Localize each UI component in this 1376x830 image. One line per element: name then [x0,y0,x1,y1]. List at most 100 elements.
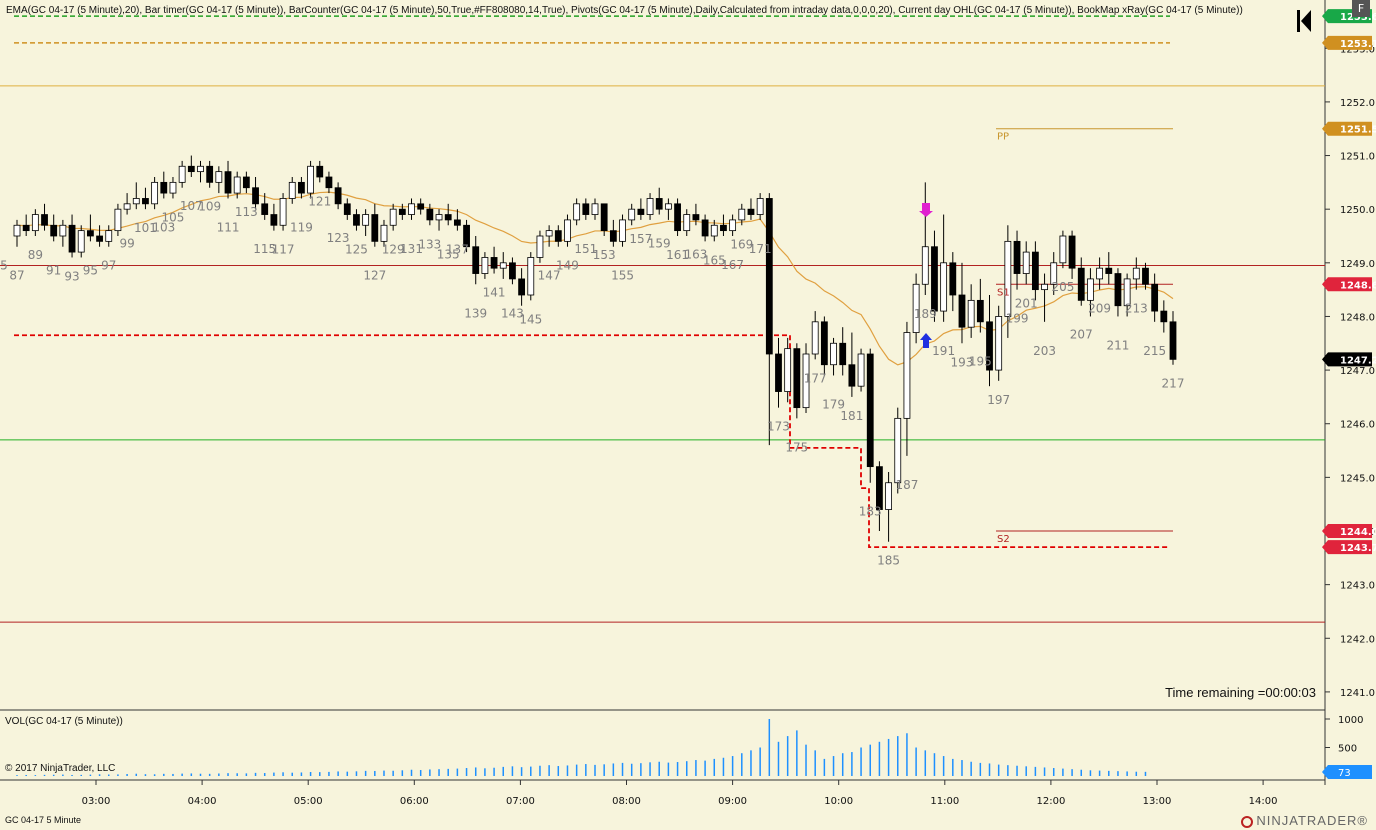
candle-body [353,214,360,226]
bar-counter-label: 185 [877,554,900,568]
volume-bar [530,766,532,776]
candle-body [481,257,489,274]
candle-body [784,348,792,392]
volume-bar [1007,765,1009,776]
candle-body [123,203,131,210]
candle-body [307,165,314,194]
volume-bar [43,774,46,776]
bar-counter-label: 189 [914,307,937,321]
candle-body [1151,283,1159,312]
volume-bar [942,756,945,776]
candle-body [472,246,480,274]
volume-bar [640,763,642,776]
candle-body [885,482,892,510]
candle-body [13,224,21,237]
candle-body [866,353,874,468]
x-tick-label: 05:00 [294,796,323,807]
candle-body [1114,273,1122,307]
volume-bar [300,772,303,776]
volume-bar [172,773,174,776]
candle-body [160,181,168,194]
price-chart[interactable]: 5878991 93 95 97991011031051071091111131151… [0,0,1376,830]
x-tick-label: 08:00 [612,796,641,807]
candle-body [435,214,443,221]
volume-bar [1089,770,1092,776]
copyright: © 2017 NinjaTrader, LLC [5,763,116,774]
f-button[interactable]: F [1352,0,1370,17]
y-tick-label: 1251.0 [1340,152,1375,163]
bar-counter-label: 197 [987,393,1010,407]
candle-body [298,181,305,194]
x-tick-label: 13:00 [1143,796,1172,807]
bar-counter-label: 177 [804,371,827,385]
volume-bar [869,744,871,776]
candle-body [967,299,975,328]
candle-body [820,321,828,366]
y-tick-label: 1245.0 [1340,473,1375,484]
bar-counter-label: 99 [119,237,134,251]
candle-body [1169,321,1177,360]
volume-bar [887,738,890,776]
x-tick-label: 12:00 [1036,796,1065,807]
volume-bar [1080,769,1083,776]
candle-body [710,224,718,237]
bookmark-icon[interactable] [1297,10,1311,32]
volume-bar [667,762,670,776]
y-tick-label: 1250.0 [1340,205,1375,216]
candle-body [848,364,856,387]
volume-bar [34,775,37,776]
volume-bar [722,757,725,776]
volume-bar [392,770,394,776]
candle-body [178,165,186,183]
volume-bar [1016,765,1018,776]
candle-body [371,214,379,242]
volume-bar [585,764,587,776]
volume-bar [630,763,633,776]
candle-body [554,230,562,242]
candle-body [96,235,103,242]
bar-counter-label: 119 [290,220,313,234]
volume-bar [685,761,688,776]
candle-body [68,224,76,253]
candle-body [187,165,195,173]
bar-counter-label: 205 [1051,280,1074,294]
candle-body [564,219,571,242]
volume-bar [814,750,816,776]
volume-bars [16,719,1147,776]
candle-body [793,348,801,409]
candle-body [86,230,94,237]
candle-body [50,224,58,237]
candle-body [242,176,250,189]
candle-body [59,224,67,237]
y-tick-label: 1241.0 [1340,688,1375,699]
volume-bar [456,768,459,776]
volume-bar [374,770,376,776]
bar-counter-label: 209 [1088,302,1111,316]
volume-bar [438,769,440,776]
instrument-label: GC 04-17 5 Minute [5,815,82,825]
bar-counter-label: 5 [0,259,8,273]
candle-body [389,208,397,226]
bar-counter-label: 95 [83,263,98,277]
y-tick-label: 1248.0 [1340,312,1375,323]
buy-arrow-icon [920,333,932,348]
bar-counter-label: 127 [363,269,386,283]
volume-bar [163,773,165,776]
candle-body [343,203,351,215]
candle-body [518,278,526,296]
candle-body [1059,235,1067,264]
volume-bar [612,763,615,776]
volume-bar [227,773,229,776]
candle-body [683,214,691,232]
candle-body [756,198,764,215]
vol-current-label: 73 [1338,768,1351,779]
volume-bar [273,772,275,776]
volume-bar [254,772,257,776]
volume-bar [1034,766,1037,776]
brand-logo: NINJATRADER® [1241,813,1368,828]
candle-body [830,342,837,366]
volume-bar [566,765,569,776]
volume-bar [970,761,972,776]
candle-body [215,171,223,183]
candle-body [527,257,535,296]
